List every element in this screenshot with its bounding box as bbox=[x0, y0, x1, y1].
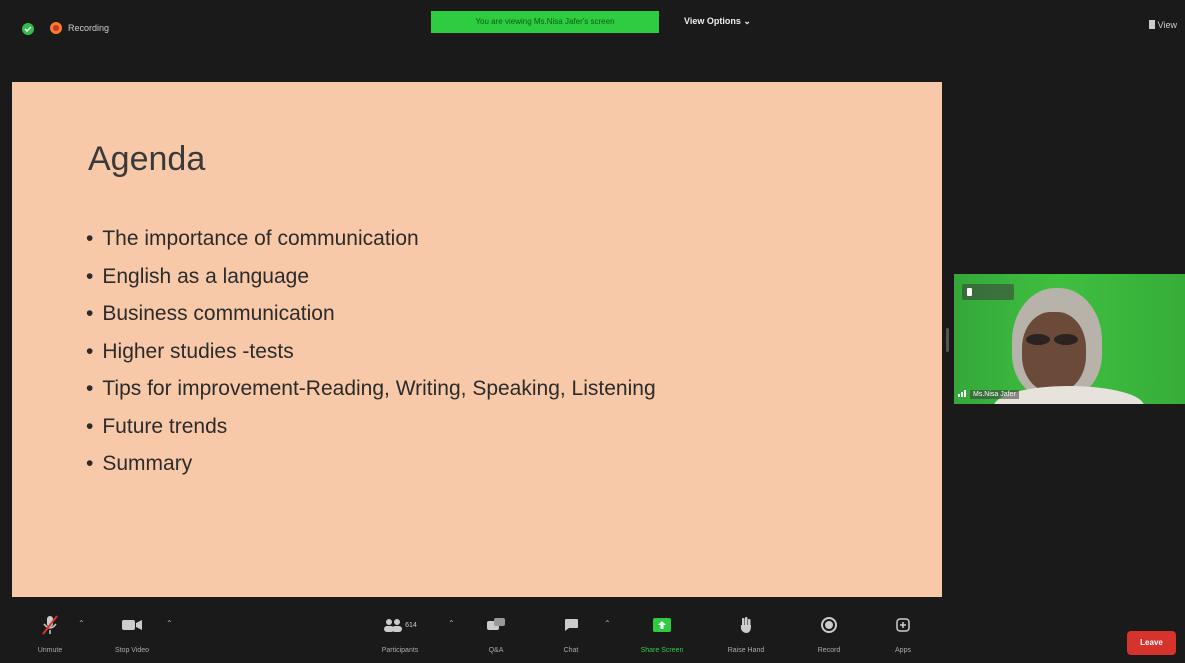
leave-button[interactable]: Leave bbox=[1127, 631, 1176, 655]
record-label: Record bbox=[817, 647, 841, 654]
raise-hand-button[interactable]: Raise Hand bbox=[711, 613, 781, 654]
meeting-top-bar: Recording You are viewing Ms.Nisa Jafer'… bbox=[0, 0, 1185, 60]
apps-button[interactable]: Apps bbox=[868, 613, 938, 654]
qa-label: Q&A bbox=[488, 647, 504, 654]
participants-count: 614 bbox=[405, 621, 417, 629]
unmute-label: Unmute bbox=[37, 647, 63, 654]
share-screen-label: Share Screen bbox=[640, 647, 684, 654]
agenda-list: The importance of communication English … bbox=[86, 220, 656, 483]
signal-strength-icon bbox=[958, 387, 967, 404]
split-view-resize-handle[interactable] bbox=[946, 328, 949, 352]
stop-video-label: Stop Video bbox=[114, 647, 150, 654]
participants-button[interactable]: 614 Participants bbox=[365, 613, 435, 654]
share-screen-icon bbox=[627, 613, 697, 637]
microphone-muted-icon bbox=[15, 613, 85, 637]
chevron-down-icon: ⌄ bbox=[743, 16, 751, 26]
recording-icon[interactable] bbox=[50, 22, 62, 34]
raise-hand-icon bbox=[711, 613, 781, 637]
caret-up-icon[interactable]: ⌃ bbox=[604, 619, 611, 628]
meeting-controls-toolbar: Unmute ⌃ Stop Video ⌃ 614 Participants ⌃… bbox=[0, 613, 1185, 663]
video-camera-icon bbox=[97, 613, 167, 637]
qa-icon bbox=[461, 613, 531, 637]
shield-icon[interactable] bbox=[22, 23, 34, 35]
caret-up-icon[interactable]: ⌃ bbox=[448, 619, 455, 628]
participants-label: Participants bbox=[381, 647, 419, 654]
view-label: View bbox=[1157, 20, 1177, 30]
caret-up-icon[interactable]: ⌃ bbox=[166, 619, 173, 628]
participant-face bbox=[1022, 312, 1086, 392]
view-options-dropdown[interactable]: View Options ⌄ bbox=[684, 16, 751, 27]
agenda-item: Higher studies -tests bbox=[86, 333, 656, 371]
unmute-button[interactable]: Unmute bbox=[15, 613, 85, 654]
slide-title: Agenda bbox=[88, 140, 206, 178]
record-icon bbox=[794, 613, 864, 637]
shared-screen-slide: Agenda The importance of communication E… bbox=[12, 82, 942, 597]
agenda-item: The importance of communication bbox=[86, 220, 656, 258]
participant-glasses bbox=[1026, 332, 1082, 345]
recording-label: Recording bbox=[68, 23, 110, 33]
agenda-item: Summary bbox=[86, 445, 656, 483]
agenda-item: Future trends bbox=[86, 408, 656, 446]
participant-name-tag: Ms.Nisa Jafer bbox=[954, 386, 1019, 404]
agenda-item: English as a language bbox=[86, 258, 656, 296]
record-button[interactable]: Record bbox=[794, 613, 864, 654]
pin-icon[interactable] bbox=[962, 284, 1014, 300]
view-button[interactable]: View bbox=[1148, 20, 1177, 30]
qa-button[interactable]: Q&A bbox=[461, 613, 531, 654]
agenda-item: Business communication bbox=[86, 295, 656, 333]
participant-name: Ms.Nisa Jafer bbox=[970, 390, 1019, 399]
viewing-screen-banner: You are viewing Ms.Nisa Jafer's screen bbox=[431, 11, 659, 33]
view-options-label: View Options bbox=[684, 16, 741, 26]
chat-label: Chat bbox=[563, 647, 579, 654]
participants-icon: 614 bbox=[365, 613, 435, 637]
apps-label: Apps bbox=[895, 647, 911, 654]
chat-icon bbox=[536, 613, 606, 637]
stop-video-button[interactable]: Stop Video bbox=[97, 613, 167, 654]
agenda-item: Tips for improvement-Reading, Writing, S… bbox=[86, 370, 655, 408]
participant-video-tile[interactable]: Ms.Nisa Jafer bbox=[954, 274, 1185, 404]
view-icon bbox=[1148, 20, 1155, 29]
chat-button[interactable]: Chat bbox=[536, 613, 606, 654]
raise-hand-label: Raise Hand bbox=[727, 647, 765, 654]
share-screen-button[interactable]: Share Screen bbox=[627, 613, 697, 654]
caret-up-icon[interactable]: ⌃ bbox=[78, 619, 85, 628]
apps-icon bbox=[868, 613, 938, 637]
